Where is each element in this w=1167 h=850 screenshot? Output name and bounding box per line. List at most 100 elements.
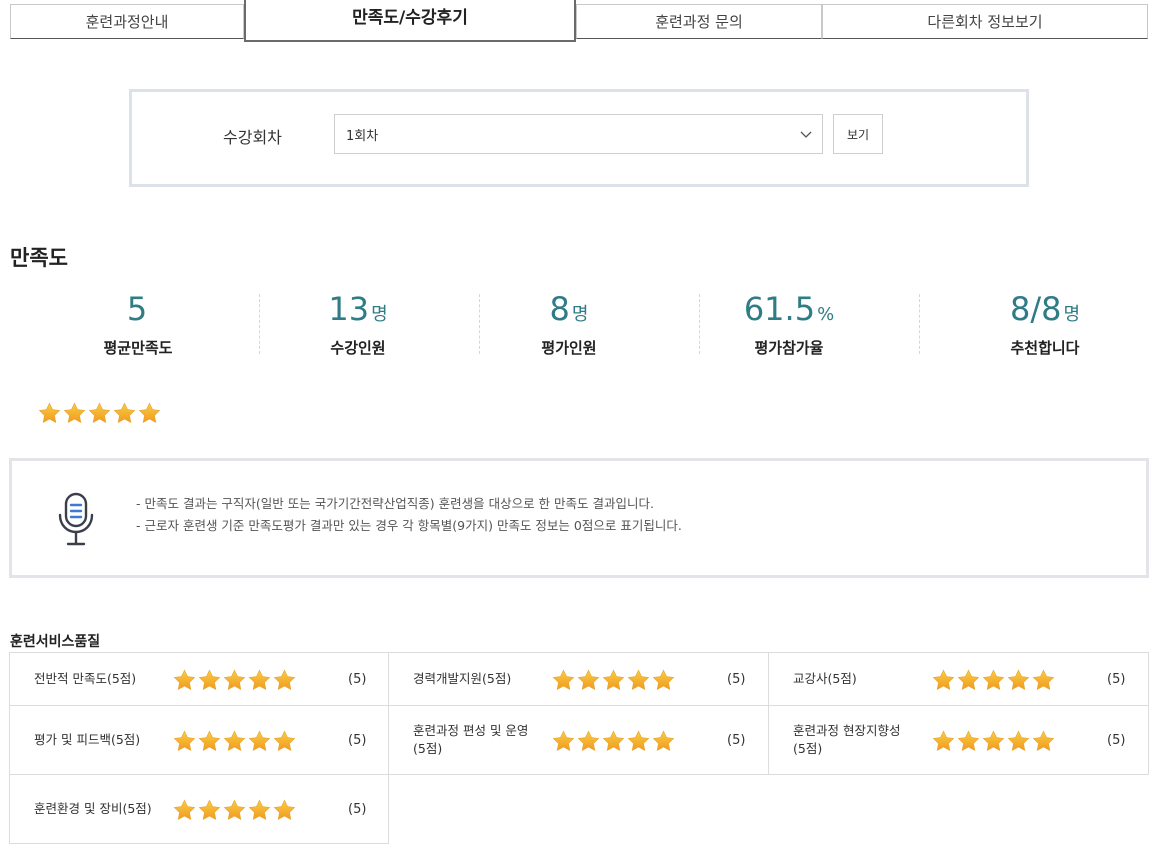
satisfaction-stats: 5 평균만족도 13 명 수강인원 8명 평가인원 61.5% 평가참가율 8/8… [28, 286, 1128, 366]
quality-stars [551, 730, 676, 752]
star-icon [198, 669, 221, 690]
stat-evaluators: 8명 평가인원 [459, 286, 679, 366]
stat-unit: 명 [571, 304, 589, 325]
view-button[interactable]: 보기 [833, 114, 883, 154]
quality-item: 훈련과정 현장지향성(5점) (5) [768, 705, 1149, 775]
star-icon [198, 799, 221, 820]
star-icon [957, 669, 980, 690]
star-icon [932, 730, 955, 751]
star-icon [1007, 730, 1030, 751]
star-icon [957, 730, 980, 751]
quality-score: (5) [1107, 732, 1126, 748]
star-icon [982, 730, 1005, 751]
star-icon [273, 730, 296, 751]
star-icon [88, 402, 111, 423]
quality-stars [551, 669, 676, 691]
quality-item: 교강사(5점) (5) [768, 652, 1149, 706]
session-selected-value: 1회차 [346, 128, 379, 144]
quality-item: 경력개발지원(5점) (5) [388, 652, 769, 706]
quality-stars [172, 730, 297, 752]
quality-score: (5) [348, 801, 367, 817]
stat-recommend: 8/8 명 추천합니다 [935, 286, 1155, 366]
tab-course-info[interactable]: 훈련과정안내 [10, 4, 244, 39]
tab-other-sessions[interactable]: 다른회차 정보보기 [822, 4, 1148, 39]
star-icon [248, 669, 271, 690]
star-icon [602, 730, 625, 751]
quality-stars [172, 669, 297, 691]
star-icon [113, 402, 136, 423]
star-icon [138, 402, 161, 423]
star-icon [198, 730, 221, 751]
star-icon [652, 669, 675, 690]
star-icon [273, 669, 296, 690]
star-icon [627, 730, 650, 751]
quality-stars [931, 730, 1056, 752]
notice-panel: - 만족도 결과는 구직자(일반 또는 국가기간전략산업직종) 훈련생을 대상으… [9, 458, 1149, 578]
stat-label: 평균만족도 [103, 339, 173, 357]
stat-label: 평가인원 [541, 339, 597, 357]
quality-label: 평가 및 피드백(5점) [34, 732, 141, 747]
quality-label: 전반적 만족도(5점) [34, 671, 137, 686]
star-icon [248, 730, 271, 751]
quality-item: 평가 및 피드백(5점) (5) [9, 705, 389, 775]
star-icon [248, 799, 271, 820]
session-label: 수강회차 [223, 128, 282, 147]
tab-bar: 훈련과정안내 만족도/수강후기 훈련과정 문의 다른회차 정보보기 [10, 0, 1148, 42]
notice-line: - 만족도 결과는 구직자(일반 또는 국가기간전략산업직종) 훈련생을 대상으… [136, 496, 654, 511]
session-select[interactable]: 1회차 [334, 114, 823, 154]
star-icon [223, 730, 246, 751]
quality-stars [172, 799, 297, 821]
quality-title: 훈련서비스품질 [10, 634, 101, 650]
quality-stars [931, 669, 1056, 691]
stat-value: 61.5 [743, 290, 816, 328]
star-icon [602, 669, 625, 690]
tab-satisfaction-reviews[interactable]: 만족도/수강후기 [244, 0, 576, 42]
stat-value: 5 [126, 290, 148, 328]
star-icon [223, 669, 246, 690]
quality-score: (5) [727, 732, 746, 748]
star-icon [223, 799, 246, 820]
quality-score: (5) [348, 732, 367, 748]
notice-line: - 근로자 훈련생 기준 만족도평가 결과만 있는 경우 각 항목별(9가지) … [136, 518, 682, 533]
star-icon [552, 730, 575, 751]
stat-label: 추천합니다 [1010, 339, 1080, 357]
star-icon [932, 669, 955, 690]
star-icon [173, 669, 196, 690]
star-icon [552, 669, 575, 690]
stat-label: 수강인원 [330, 339, 386, 357]
star-icon [577, 730, 600, 751]
stat-average-satisfaction: 5 평균만족도 [28, 286, 248, 366]
stat-unit: 명 [371, 304, 388, 325]
star-icon [1032, 730, 1055, 751]
notice-text: - 만족도 결과는 구직자(일반 또는 국가기간전략산업직종) 훈련생을 대상으… [136, 493, 682, 537]
star-icon [982, 669, 1005, 690]
star-icon [173, 799, 196, 820]
star-icon [577, 669, 600, 690]
stat-divider [919, 294, 920, 354]
stat-value: 13 [328, 290, 370, 328]
satisfaction-title: 만족도 [10, 246, 68, 270]
quality-score: (5) [1107, 671, 1126, 687]
stat-enrolled: 13 명 수강인원 [248, 286, 468, 366]
quality-item: 훈련과정 편성 및 운영(5점) (5) [388, 705, 769, 775]
quality-label: 교강사(5점) [793, 671, 857, 686]
quality-label: 훈련과정 현장지향성(5점) [793, 723, 901, 756]
microphone-icon [58, 492, 94, 546]
stat-unit: % [817, 304, 835, 325]
quality-label: 훈련환경 및 장비(5점) [34, 801, 152, 816]
tab-course-inquiry[interactable]: 훈련과정 문의 [576, 4, 822, 39]
stat-value: 8/8 [1009, 290, 1062, 328]
star-icon [273, 799, 296, 820]
star-icon [652, 730, 675, 751]
star-icon [173, 730, 196, 751]
average-rating-stars [37, 402, 162, 424]
quality-item: 전반적 만족도(5점) (5) [9, 652, 389, 706]
quality-item: 훈련환경 및 장비(5점) (5) [9, 774, 389, 844]
star-icon [38, 402, 61, 423]
stat-participation-rate: 61.5% 평가참가율 [679, 286, 899, 366]
stat-unit: 명 [1063, 304, 1081, 325]
star-icon [1007, 669, 1030, 690]
quality-score: (5) [348, 671, 367, 687]
stat-value: 8 [549, 290, 570, 328]
quality-score: (5) [727, 671, 746, 687]
